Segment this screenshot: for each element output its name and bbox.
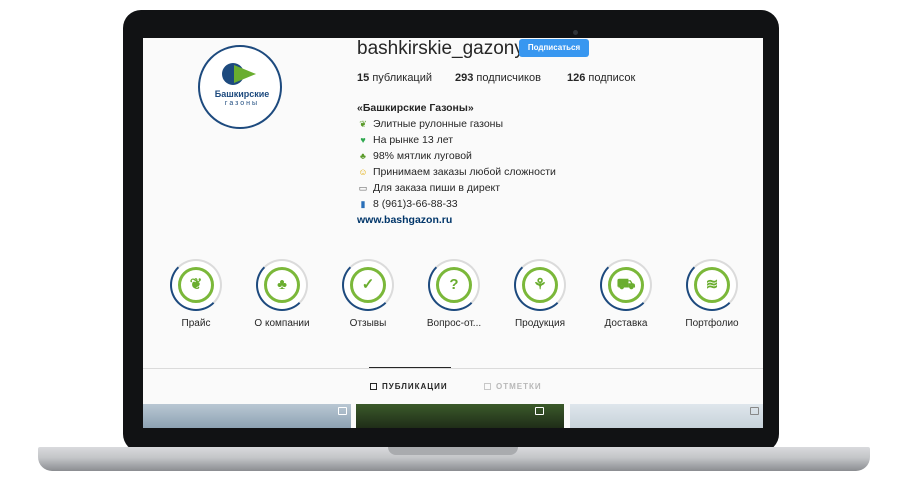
stat-followers[interactable]: 293 подписчиков	[455, 72, 541, 84]
post-thumbnail[interactable]	[143, 404, 351, 428]
highlight-label: Прайс	[181, 318, 211, 329]
bio-name: «Башкирские Газоны»	[357, 102, 474, 114]
tab-tagged-label: ОТМЕТКИ	[496, 382, 542, 391]
highlight-faq[interactable]: ? Вопрос-от...	[422, 259, 486, 329]
inbox-icon: ▭	[358, 182, 368, 193]
followers-count: 293	[455, 72, 474, 84]
plant-hands-icon: ♣	[277, 276, 287, 293]
bio-line-text: 8 (961)3-66-88-33	[373, 198, 458, 210]
bio-line: ▮ 8 (961)3-66-88-33	[357, 196, 556, 212]
tabs-divider	[143, 368, 763, 369]
bio-line-text: На рынке 13 лет	[373, 134, 454, 146]
highlight-price[interactable]: ❦ Прайс	[164, 259, 228, 329]
checkmark-icon: ✓	[361, 276, 375, 293]
highlight-label: О компании	[254, 318, 310, 329]
tab-posts-label: ПУБЛИКАЦИИ	[382, 382, 448, 391]
active-tab-indicator	[369, 367, 451, 368]
bio-line-text: Для заказа пиши в директ	[373, 182, 501, 194]
smile-icon: ☺	[358, 166, 368, 177]
followers-label: подписчиков	[476, 72, 541, 84]
bio-website-link[interactable]: www.bashgazon.ru	[357, 212, 556, 228]
post-thumbnail[interactable]	[570, 404, 763, 428]
logo-text: Башкирские	[214, 89, 270, 99]
bio-line-text: Элитные рулонные газоны	[373, 118, 504, 130]
posts-count: 15	[357, 72, 370, 84]
following-label: подписок	[588, 72, 636, 84]
grid-icon	[370, 383, 377, 390]
posts-label: публикаций	[372, 72, 433, 84]
bio-line: ☺ Принимаем заказы любой сложности	[357, 164, 556, 180]
highlight-ring: ≋	[686, 259, 738, 311]
bio-line-text: Принимаем заказы любой сложности	[373, 166, 556, 178]
bio-line: ♣ 98% мятлик луговой	[357, 148, 556, 164]
carousel-icon	[338, 407, 347, 415]
highlight-ring: ♣	[256, 259, 308, 311]
lawn-icon: ≋	[705, 276, 719, 293]
profile-avatar[interactable]: Башкирские газоны	[198, 45, 282, 129]
highlight-portfolio[interactable]: ≋ Портфолио	[680, 259, 744, 329]
highlight-delivery[interactable]: ⛟ Доставка	[594, 259, 658, 329]
highlight-ring: ✓	[342, 259, 394, 311]
highlight-ring: ❦	[170, 259, 222, 311]
tractor-icon: ⛟	[616, 276, 636, 293]
highlight-ring: ?	[428, 259, 480, 311]
laptop-notch	[388, 447, 518, 455]
tab-posts[interactable]: ПУБЛИКАЦИИ	[370, 382, 448, 391]
profile-bio: «Башкирские Газоны» ❦ Элитные рулонные г…	[357, 100, 556, 228]
tab-tagged[interactable]: ОТМЕТКИ	[484, 382, 542, 391]
stat-following[interactable]: 126 подписок	[567, 72, 635, 84]
question-icon: ?	[449, 276, 459, 293]
highlight-label: Вопрос-от...	[426, 318, 482, 329]
highlight-products[interactable]: ⚘ Продукция	[508, 259, 572, 329]
wheat-icon: ⚘	[533, 276, 547, 293]
highlight-ring: ⚘	[514, 259, 566, 311]
leaf-icon: ❦	[189, 276, 203, 293]
highlight-about[interactable]: ♣ О компании	[250, 259, 314, 329]
bio-line: ❦ Элитные рулонные газоны	[357, 116, 556, 132]
follow-button[interactable]: Подписаться	[519, 39, 589, 57]
highlight-label: Отзывы	[349, 318, 387, 329]
tag-icon	[484, 383, 491, 390]
highlight-label: Доставка	[604, 318, 648, 329]
phone-icon: ▮	[360, 198, 366, 209]
highlight-label: Портфолио	[685, 318, 739, 329]
profile-username: bashkirskie_gazony	[357, 38, 524, 59]
bio-line-text: 98% мятлик луговой	[373, 150, 472, 162]
carousel-icon	[750, 407, 759, 415]
highlight-label: Продукция	[514, 318, 566, 329]
leaf-icon: ❦	[359, 118, 367, 129]
instagram-profile-screen: Башкирские газоны bashkirskie_gazony Под…	[143, 38, 763, 428]
bio-line: ♥ На рынке 13 лет	[357, 132, 556, 148]
post-thumbnail[interactable]	[356, 404, 564, 428]
sprout-icon: ♣	[360, 150, 366, 161]
green-heart-icon: ♥	[360, 134, 366, 145]
highlight-reviews[interactable]: ✓ Отзывы	[336, 259, 400, 329]
logo-subtext: газоны	[224, 100, 260, 107]
highlight-ring: ⛟	[600, 259, 652, 311]
following-count: 126	[567, 72, 586, 84]
stat-posts[interactable]: 15 публикаций	[357, 72, 432, 84]
webcam-dot	[573, 30, 578, 35]
logo-turf-icon	[234, 65, 256, 83]
bio-line: ▭ Для заказа пиши в директ	[357, 180, 556, 196]
video-icon	[535, 407, 544, 415]
